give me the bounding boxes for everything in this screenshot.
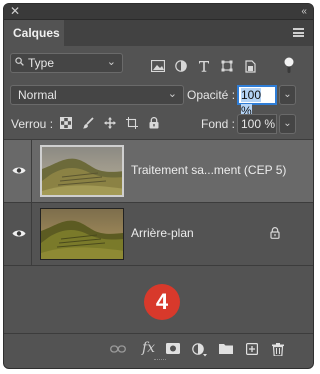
- lock-label: Verrou :: [11, 117, 54, 131]
- blend-row: Normal ⌄ Opacité : 100 % ⌄: [4, 83, 313, 118]
- filter-row: Type ⌄: [4, 50, 313, 76]
- fill-label: Fond :: [201, 117, 236, 131]
- link-layers-icon[interactable]: [110, 344, 126, 354]
- lock-icon[interactable]: [270, 227, 280, 239]
- lock-position-icon[interactable]: [104, 117, 116, 129]
- lock-all-icon[interactable]: [149, 117, 159, 129]
- filter-type-label: Type: [28, 56, 55, 70]
- layer-style-fx-icon[interactable]: fx: [142, 340, 155, 356]
- visibility-toggle[interactable]: [4, 140, 32, 202]
- new-adjustment-layer-icon[interactable]: [192, 343, 208, 357]
- fill-input[interactable]: 100 %: [237, 114, 277, 134]
- lock-transparent-icon[interactable]: [60, 117, 72, 129]
- bottom-toolbar: fx: [4, 333, 313, 364]
- lock-artboard-icon[interactable]: [126, 117, 138, 129]
- tab-calques[interactable]: Calques: [4, 20, 64, 46]
- opacity-input[interactable]: 100 %: [237, 85, 277, 118]
- opacity-label: Opacité :: [187, 88, 236, 102]
- chevron-down-icon: ⌄: [106, 56, 116, 68]
- adjustment-filter-icon[interactable]: [175, 60, 187, 72]
- layer-thumbnail: [40, 208, 124, 260]
- collapse-icon[interactable]: ‹‹: [301, 4, 307, 19]
- shape-filter-icon[interactable]: [221, 60, 233, 72]
- chevron-down-icon: ⌄: [167, 88, 177, 100]
- opacity-dropdown-button[interactable]: ⌄: [279, 85, 296, 105]
- step-number-badge: 4: [144, 284, 180, 320]
- blend-mode-select[interactable]: Normal ⌄: [10, 85, 184, 105]
- smartobject-filter-icon[interactable]: [244, 60, 256, 73]
- filter-toggle-icon[interactable]: [284, 57, 294, 73]
- layers-panel: ✕ ‹‹ Calques Type ⌄ Normal ⌄ Opacité: 1…: [3, 3, 314, 369]
- panel-titlebar: ✕ ‹‹: [4, 4, 313, 20]
- chevron-down-icon: ⌄: [283, 118, 292, 129]
- layer-name[interactable]: Arrière-plan: [131, 226, 194, 240]
- filter-type-select[interactable]: Type ⌄: [10, 53, 123, 73]
- close-icon[interactable]: ✕: [10, 4, 20, 19]
- blend-mode-label: Normal: [18, 88, 57, 102]
- trash-icon[interactable]: [272, 343, 284, 356]
- layer-thumbnail: [40, 145, 124, 197]
- image-filter-icon[interactable]: [151, 60, 165, 72]
- new-group-folder-icon[interactable]: [219, 343, 233, 354]
- visibility-toggle[interactable]: [4, 203, 32, 265]
- text-filter-icon[interactable]: [198, 60, 210, 72]
- tab-bar: Calques: [4, 20, 313, 46]
- new-layer-icon[interactable]: [246, 343, 258, 355]
- layer-divider: [4, 265, 313, 266]
- eye-icon: [12, 167, 26, 174]
- chevron-down-icon: ⌄: [283, 89, 292, 100]
- eye-icon: [12, 230, 26, 237]
- lock-image-icon[interactable]: [82, 117, 94, 129]
- add-mask-icon[interactable]: [166, 343, 180, 354]
- panel-menu-icon[interactable]: [293, 28, 304, 37]
- layer-row-traitement[interactable]: Traitement sa...ment (CEP 5): [4, 140, 313, 202]
- fill-dropdown-button[interactable]: ⌄: [279, 114, 296, 134]
- lock-row: Verrou : Fond : 100 % ⌄: [4, 112, 313, 136]
- resize-grip[interactable]: [154, 359, 166, 362]
- search-icon: [15, 57, 24, 66]
- layer-name[interactable]: Traitement sa...ment (CEP 5): [131, 163, 286, 177]
- layer-row-arriere-plan[interactable]: Arrière-plan: [4, 203, 313, 265]
